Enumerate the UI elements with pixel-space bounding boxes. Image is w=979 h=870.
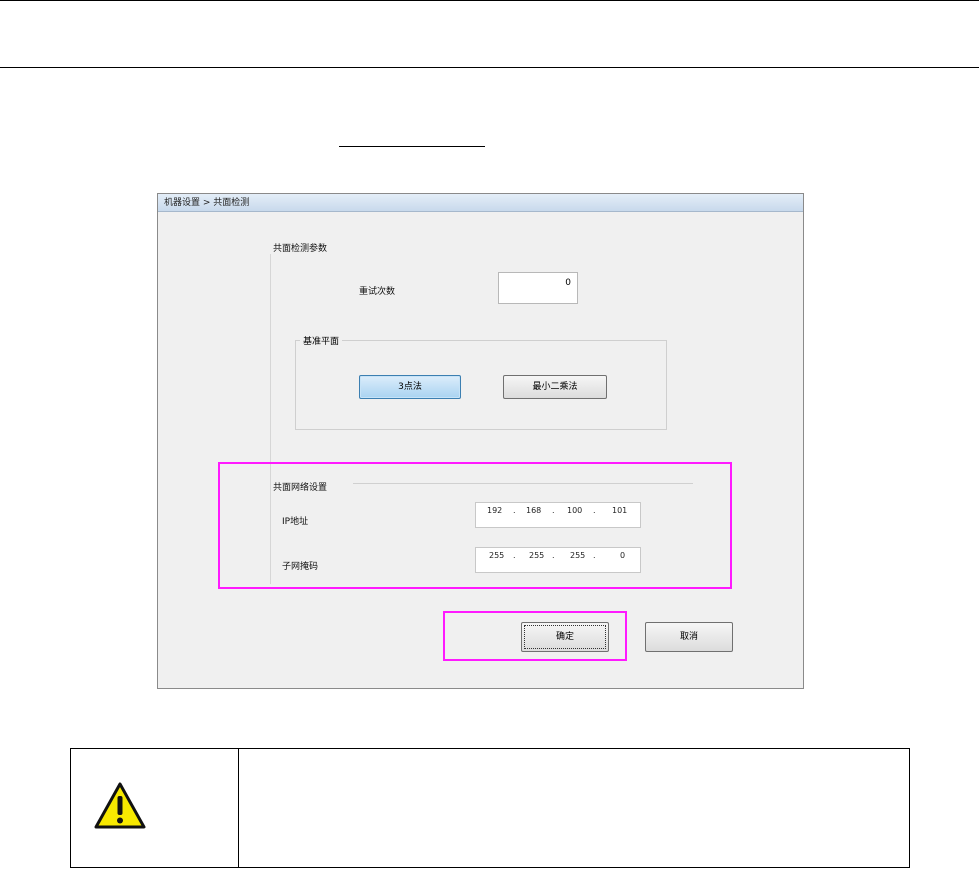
ip-address-label: IP地址 xyxy=(282,517,309,527)
mask-octet-1: 255 xyxy=(489,551,505,560)
mask-octet-4: 0 xyxy=(620,551,626,560)
mask-dot: . xyxy=(552,551,555,560)
ip-dot: . xyxy=(593,506,596,515)
subnet-mask-label: 子网掩码 xyxy=(282,562,319,572)
ip-octet-4: 101 xyxy=(612,506,628,515)
ref-plane-groupbox xyxy=(295,340,667,430)
retry-label: 重试次数 xyxy=(359,287,396,297)
mask-dot: . xyxy=(513,551,516,560)
panel-divider xyxy=(270,254,271,584)
warning-icon xyxy=(94,782,146,829)
mask-dot: . xyxy=(593,551,596,560)
dialog-title: 机器设置 > 共面检测 xyxy=(158,194,803,212)
three-point-method-button[interactable]: 3点法 xyxy=(359,375,461,399)
mask-octet-3: 255 xyxy=(570,551,586,560)
underline-blank xyxy=(339,146,485,147)
ip-address-input[interactable]: 192 . 168 . 100 . 101 xyxy=(475,502,641,528)
subnet-mask-input[interactable]: 255 . 255 . 255 . 0 xyxy=(475,547,641,573)
coplanarity-dialog: 机器设置 > 共面检测 共面检测参数 重试次数 0 基准平面 3点法 最小二乘法… xyxy=(157,193,804,689)
ip-dot: . xyxy=(513,506,516,515)
ip-octet-3: 100 xyxy=(567,506,583,515)
mask-octet-2: 255 xyxy=(529,551,545,560)
ref-plane-group-label: 基准平面 xyxy=(300,334,343,347)
header-rule xyxy=(0,67,979,68)
cancel-button[interactable]: 取消 xyxy=(645,622,733,652)
warning-table-divider xyxy=(238,749,239,867)
network-section-label: 共面网络设置 xyxy=(273,483,328,493)
warning-table xyxy=(70,748,910,868)
retry-count-input[interactable]: 0 xyxy=(498,272,578,304)
ip-dot: . xyxy=(552,506,555,515)
top-rule xyxy=(0,0,979,1)
ip-octet-2: 168 xyxy=(526,506,542,515)
ok-button[interactable]: 确定 xyxy=(521,622,609,652)
ip-octet-1: 192 xyxy=(487,506,503,515)
params-section-label: 共面检测参数 xyxy=(273,244,328,254)
network-section-line xyxy=(353,483,693,484)
least-squares-method-button[interactable]: 最小二乘法 xyxy=(503,375,607,399)
